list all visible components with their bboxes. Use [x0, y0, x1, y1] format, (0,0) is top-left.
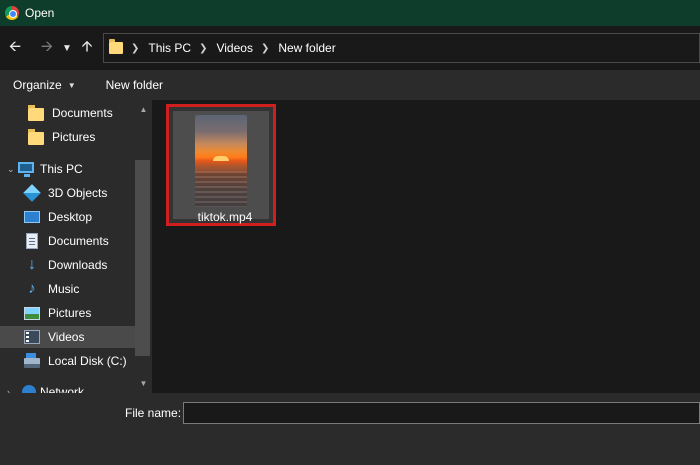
sidebar-item-label: 3D Objects: [48, 186, 108, 200]
command-bar: Organize ▼ New folder: [0, 70, 700, 100]
organize-button[interactable]: Organize ▼: [13, 78, 76, 92]
folder-icon: [109, 39, 123, 54]
sidebar-item-music[interactable]: ♪ Music: [0, 278, 135, 300]
file-list: tiktok.mp4: [152, 100, 700, 393]
breadcrumb-videos[interactable]: Videos: [216, 41, 252, 55]
navigation-scrollbar[interactable]: ▲ ▼: [135, 100, 152, 393]
sidebar-item-this-pc[interactable]: ⌄ This PC: [0, 158, 135, 180]
sea-waves: [195, 171, 247, 207]
sidebar-item-label: Network: [40, 385, 85, 393]
document-icon: [26, 233, 38, 249]
music-note-icon: ♪: [28, 280, 36, 297]
arrow-right-icon: 🡪: [40, 37, 54, 55]
desktop-icon: [24, 211, 40, 223]
sidebar-item-videos[interactable]: Videos: [0, 326, 135, 348]
sidebar-item-documents[interactable]: Documents: [0, 230, 135, 252]
file-name-input[interactable]: [183, 402, 700, 424]
up-button[interactable]: 🡩: [76, 37, 98, 59]
title-bar: Open: [0, 0, 700, 26]
new-folder-button[interactable]: New folder: [106, 78, 163, 92]
file-item-selection: tiktok.mp4: [173, 111, 269, 224]
sidebar-item-3d-objects[interactable]: 3D Objects: [0, 182, 135, 204]
disk-icon: [24, 353, 40, 368]
scroll-up-arrow-icon[interactable]: ▲: [135, 103, 152, 117]
forward-button[interactable]: 🡪: [36, 37, 58, 59]
cube-icon: [23, 184, 41, 202]
recent-locations-button[interactable]: ▼: [60, 37, 74, 59]
breadcrumb-this-pc[interactable]: This PC: [148, 41, 191, 55]
folder-icon: [28, 128, 44, 145]
scroll-down-arrow-icon[interactable]: ▼: [135, 377, 152, 391]
chevron-right-icon[interactable]: ❯: [131, 43, 139, 54]
scrollbar-thumb[interactable]: [135, 160, 150, 356]
sidebar-item-network[interactable]: › Network: [0, 381, 135, 393]
navigation-pane: Documents Pictures ⌄ This PC 3D Objects …: [0, 100, 152, 393]
network-icon: [22, 385, 36, 393]
sidebar-item-label: Desktop: [48, 210, 93, 224]
sidebar-item-label: Downloads: [48, 258, 108, 272]
sidebar-item-desktop[interactable]: Desktop: [0, 206, 135, 228]
sidebar-item-label: Documents: [48, 234, 109, 248]
chrome-icon: [5, 6, 19, 20]
file-name-label: tiktok.mp4: [197, 210, 253, 224]
sidebar-item-pictures-quick[interactable]: Pictures: [0, 126, 135, 148]
window-title: Open: [25, 6, 55, 20]
video-thumbnail: [195, 115, 247, 207]
chevron-right-icon[interactable]: ❯: [261, 43, 269, 54]
organize-label: Organize: [13, 78, 62, 92]
download-icon: ↓: [28, 256, 36, 273]
sidebar-item-label: Pictures: [52, 130, 96, 144]
sidebar-item-pictures[interactable]: Pictures: [0, 302, 135, 324]
sidebar-item-label: Pictures: [48, 306, 92, 320]
computer-icon: [18, 162, 34, 177]
video-icon: [24, 330, 40, 344]
breadcrumb-new-folder[interactable]: New folder: [278, 41, 335, 55]
file-name-field-label: File name:: [125, 406, 182, 420]
sidebar-item-downloads[interactable]: ↓ Downloads: [0, 254, 135, 276]
sidebar-item-local-disk[interactable]: Local Disk (C:): [0, 350, 135, 372]
navigation-bar: 🡨 🡪 ▼ 🡩 ❯ This PC ❯ Videos ❯ New folder: [0, 26, 700, 70]
file-item-tiktok-mp4[interactable]: tiktok.mp4: [166, 104, 276, 226]
sidebar-item-label: This PC: [40, 162, 83, 176]
folder-icon: [28, 104, 44, 121]
chevron-down-icon: ▼: [62, 42, 72, 54]
arrow-left-icon: 🡨: [8, 37, 22, 55]
back-button[interactable]: 🡨: [4, 37, 26, 59]
sidebar-item-label: Music: [48, 282, 80, 296]
sidebar-item-label: Local Disk (C:): [48, 354, 127, 368]
sidebar-item-label: Documents: [52, 106, 113, 120]
sidebar-item-label: Videos: [48, 330, 85, 344]
address-bar[interactable]: ❯ This PC ❯ Videos ❯ New folder: [103, 33, 700, 63]
picture-icon: [24, 306, 40, 320]
chevron-down-icon[interactable]: ⌄: [7, 164, 15, 175]
dialog-footer: File name:: [0, 393, 700, 465]
sunset-sun: [213, 156, 229, 161]
caret-down-icon: ▼: [67, 80, 76, 90]
arrow-up-icon: 🡩: [81, 37, 93, 55]
chevron-right-icon[interactable]: ❯: [199, 43, 207, 54]
sidebar-item-documents-quick[interactable]: Documents: [0, 102, 135, 124]
